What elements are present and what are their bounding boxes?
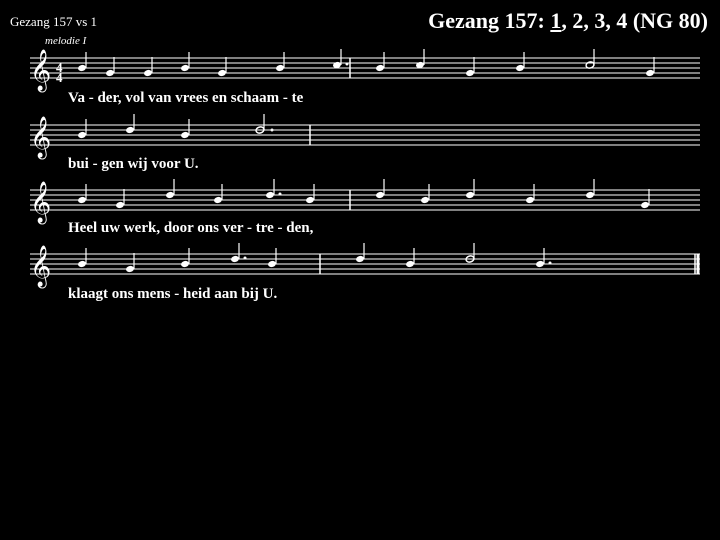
svg-text:𝄞: 𝄞: [30, 116, 51, 159]
melody-label: melodie I: [45, 35, 88, 47]
sheet-music: melodie I 𝄞 4 4 Va - der,: [0, 30, 720, 310]
svg-text:Va - der, vol van vrees en: Va - der, vol van vrees en schaam - te: [68, 90, 304, 106]
svg-text:𝄞: 𝄞: [30, 245, 51, 288]
song-label: Gezang 157 vs 1: [10, 14, 97, 30]
svg-text:klaagt ons mens - heid aan: klaagt ons mens - heid aan bij U.: [68, 286, 277, 302]
svg-text:bui - gen wij voor U.: bui - gen wij voor U.: [68, 156, 199, 172]
svg-text:𝄞: 𝄞: [30, 49, 51, 92]
svg-text:4: 4: [56, 70, 63, 85]
svg-text:Heel uw werk, door ons ve: Heel uw werk, door ons ver - tre - den,: [68, 220, 314, 236]
svg-text:𝄞: 𝄞: [30, 181, 51, 224]
